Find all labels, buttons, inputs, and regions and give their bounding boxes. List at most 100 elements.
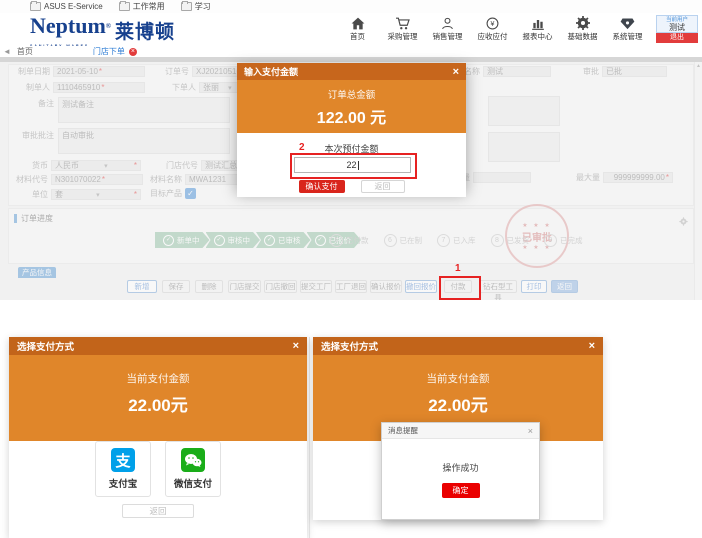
orderer-name-input[interactable]: 测试 (483, 66, 551, 77)
bookmark-label: 工作常用 (132, 2, 165, 11)
step-label: 已审核 (278, 235, 301, 245)
step-number: 6 (383, 234, 397, 247)
close-icon[interactable]: × (589, 340, 595, 352)
divider (309, 337, 310, 538)
field-remark-label: 备注 (38, 98, 54, 109)
delete-button[interactable]: 删除 (195, 280, 223, 293)
dialog-back-button[interactable]: 返回 (122, 504, 194, 518)
back-button[interactable]: 返回 (551, 280, 578, 293)
store-withdraw-button[interactable]: 门店撤回 (264, 280, 297, 293)
currency-select[interactable]: 人民币 ▾ (51, 160, 141, 171)
material-code-input[interactable]: N301070022 (51, 174, 143, 185)
close-icon[interactable]: × (293, 340, 299, 352)
diamond-tool-button[interactable]: 钻石型工具 (479, 280, 517, 300)
message-dialog: 消息提醒 × 操作成功 确定 (381, 422, 540, 520)
tab-product-info[interactable]: 产品信息 (18, 267, 56, 278)
ok-button[interactable]: 确定 (441, 483, 480, 498)
field-label: 材料名称 (150, 175, 182, 184)
tab-store-order[interactable]: 门店下单 × (93, 46, 137, 57)
modal-buttons: 确认支付 返回 (237, 180, 466, 193)
select-value: 张丽 (203, 83, 219, 92)
right-textarea-2[interactable] (488, 132, 560, 162)
field-label: 备注 (38, 99, 54, 108)
nav-item-payables[interactable]: ¥ 应收应付 (470, 15, 515, 42)
modal-back-button[interactable]: 返回 (360, 180, 405, 193)
field-label: 材料代号 (16, 175, 48, 184)
nav-item-home[interactable]: 首页 (335, 15, 380, 42)
factory-return-button[interactable]: 工厂退回 (335, 280, 367, 293)
progress-steps-done: ✓ 新单中 ✓ 审核中 ✓ 已审核 ✓ 已报价 (155, 232, 357, 248)
alipay-method-button[interactable]: 支 支付宝 (95, 441, 151, 497)
field-material-code: 材料代号 N301070022 (16, 174, 143, 185)
dialog-header: 选择支付方式 × (313, 337, 603, 355)
withdraw-quote-button[interactable]: 撤回报价 (405, 280, 437, 293)
close-icon[interactable]: × (528, 426, 533, 436)
maker-input[interactable]: 1110465910 (53, 82, 145, 93)
scroll-up-icon[interactable]: ▲ (696, 63, 701, 69)
field-label: 制单日期 (18, 67, 50, 76)
field-unit: 单位 套 ▾ (32, 189, 141, 200)
close-icon[interactable]: × (453, 66, 459, 78)
target-product-checkbox[interactable]: ✓ (185, 188, 196, 199)
yen-circle-icon: ¥ (486, 15, 499, 30)
field-approve-status: 审批 已批 (583, 66, 667, 77)
field-approve-note-label: 审批批注 (22, 130, 54, 141)
field-label: 审批批注 (22, 131, 54, 140)
step-number: 9 (544, 234, 557, 247)
confirm-pay-button[interactable]: 确认支付 (298, 180, 345, 193)
field-label: 制单人 (26, 83, 50, 92)
progress-step: ✓ 新单中 (155, 232, 210, 248)
nav-item-purchase[interactable]: 采购管理 (380, 15, 425, 42)
store-submit-button[interactable]: 门店提交 (228, 280, 261, 293)
tabs-scroll-left-icon[interactable]: ◄ (3, 47, 11, 56)
tab-label: 门店下单 (92, 47, 125, 56)
step-label: 新单中 (177, 235, 200, 245)
user-box: 当前用户 测试 退出 (656, 15, 698, 43)
right-textarea-1[interactable] (488, 96, 560, 126)
approve-note-textarea[interactable]: 自动审批 (58, 128, 230, 154)
approve-status-input[interactable]: 已批 (602, 66, 667, 77)
bookmark-work[interactable]: 工作常用 (118, 1, 165, 12)
add-button[interactable]: 新增 (127, 280, 157, 293)
bookmark-asus[interactable]: ASUS E-Service (30, 1, 103, 11)
tab-bar: ◄ 首页 门店下单 × (0, 46, 702, 57)
remark-textarea[interactable]: 测试备注 (58, 97, 230, 123)
tab-home[interactable]: 首页 (17, 46, 33, 57)
confirm-quote-button[interactable]: 确认报价 (370, 280, 402, 293)
bookmark-study[interactable]: 学习 (180, 1, 211, 12)
chevron-down-icon: ▾ (96, 191, 100, 199)
make-date-input[interactable]: 2021-05-10 (53, 66, 145, 77)
nav-item-sales[interactable]: 销售管理 (425, 15, 470, 42)
nav-item-reports[interactable]: 报表中心 (515, 15, 560, 42)
payment-methods: 支 支付宝 微信支付 (9, 441, 307, 497)
folder-icon (30, 1, 41, 11)
app-window: ASUS E-Service 工作常用 学习 Neptum® SANITARY … (0, 0, 702, 538)
unit-select[interactable]: 套 ▾ (51, 189, 141, 200)
bookmarks-bar: ASUS E-Service 工作常用 学习 (0, 0, 702, 14)
tab-close-icon[interactable]: × (128, 47, 137, 56)
section-settings-icon[interactable] (679, 213, 688, 231)
badge-icon (620, 15, 635, 30)
wechat-pay-method-button[interactable]: 微信支付 (165, 441, 221, 497)
step-label: 已入库 (453, 236, 476, 245)
nav-item-basedata[interactable]: 基础数据 (560, 15, 605, 42)
step-number: 7 (437, 234, 450, 247)
field-label: 最大量 (576, 173, 600, 182)
progress-step: 9 已完成 (544, 234, 583, 247)
logout-button[interactable]: 退出 (656, 33, 698, 43)
step-label: 已在制 (399, 236, 423, 245)
user-name: 测试 (669, 23, 685, 32)
nav-item-system[interactable]: 系统管理 (605, 15, 650, 42)
max-qty-input[interactable]: 999999999.00 (603, 172, 673, 183)
folder-icon (180, 1, 192, 11)
scrollbar[interactable]: ▲ (694, 62, 702, 300)
step-label: 已发货 (506, 236, 530, 245)
print-button[interactable]: 打印 (521, 280, 547, 293)
save-button[interactable]: 保存 (162, 280, 190, 293)
payment-amount-banner: 当前支付金额 22.00元 (9, 355, 307, 441)
prepay-amount-input[interactable]: 22 (294, 157, 411, 173)
message-title: 消息提醒 (388, 426, 418, 435)
min-qty-input[interactable] (473, 172, 531, 183)
field-label: 门店代号 (166, 161, 198, 170)
submit-factory-button[interactable]: 提交工厂 (300, 280, 332, 293)
